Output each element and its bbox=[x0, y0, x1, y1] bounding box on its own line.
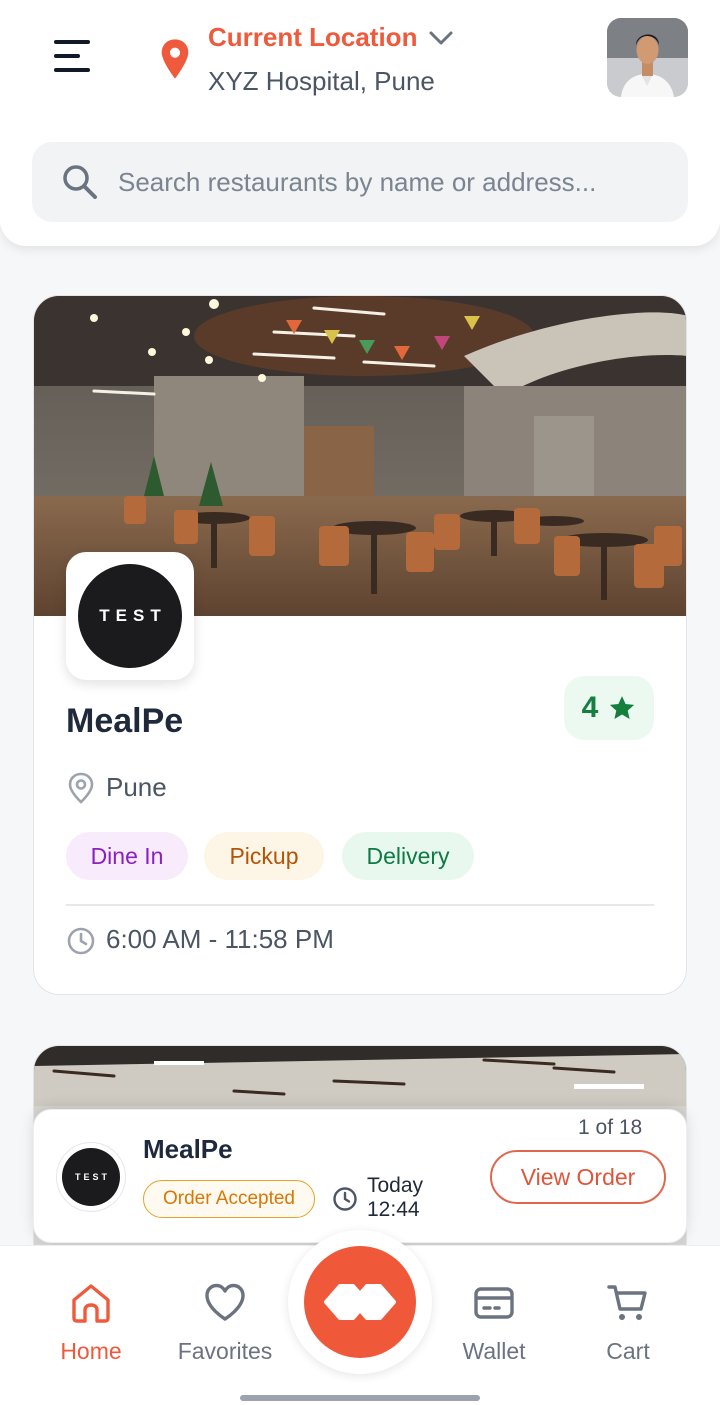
current-location-label[interactable]: Current Location bbox=[208, 22, 417, 53]
tag-dine-in: Dine In bbox=[66, 832, 188, 880]
menu-button[interactable] bbox=[52, 40, 92, 76]
menu-line bbox=[54, 68, 90, 72]
order-pagination: 1 of 18 bbox=[578, 1116, 643, 1139]
menu-line bbox=[54, 40, 90, 44]
wallet-icon bbox=[474, 1287, 514, 1319]
center-action-button[interactable] bbox=[304, 1246, 416, 1358]
nav-favorites[interactable]: Favorites bbox=[165, 1280, 285, 1370]
address-pin-icon bbox=[68, 772, 94, 804]
order-logo-text: TEST bbox=[62, 1148, 120, 1206]
nav-wallet-label: Wallet bbox=[462, 1338, 526, 1364]
nav-home[interactable]: Home bbox=[31, 1280, 151, 1370]
active-order-bar[interactable]: TEST MealPe Order Accepted Today 12:44 1… bbox=[33, 1109, 687, 1243]
nav-wallet[interactable]: Wallet bbox=[434, 1280, 554, 1370]
heart-icon bbox=[205, 1283, 245, 1321]
app-header: Current Location XYZ Hospital, Pune bbox=[0, 0, 720, 246]
chevron-down-icon[interactable] bbox=[428, 28, 454, 48]
home-indicator bbox=[240, 1395, 480, 1401]
order-status-badge: Order Accepted bbox=[143, 1180, 315, 1218]
nav-home-label: Home bbox=[60, 1338, 122, 1364]
order-time-clock: 12:44 bbox=[367, 1198, 420, 1221]
nav-favorites-label: Favorites bbox=[177, 1338, 273, 1364]
search-bar[interactable] bbox=[32, 142, 688, 222]
rating-badge: 4 bbox=[564, 676, 654, 740]
cart-icon bbox=[607, 1285, 647, 1320]
tag-delivery: Delivery bbox=[342, 832, 474, 880]
restaurant-logo: TEST bbox=[66, 552, 194, 680]
profile-photo bbox=[607, 18, 688, 97]
star-icon bbox=[610, 696, 635, 719]
restaurant-address: Pune bbox=[106, 772, 167, 802]
location-address: XYZ Hospital, Pune bbox=[208, 66, 435, 96]
nav-cart[interactable]: Cart bbox=[568, 1280, 688, 1370]
opening-hours: 6:00 AM - 11:58 PM bbox=[106, 924, 334, 954]
divider bbox=[66, 904, 654, 906]
rating-value: 4 bbox=[581, 691, 599, 724]
search-input[interactable] bbox=[118, 154, 668, 210]
order-restaurant-name: MealPe bbox=[143, 1134, 233, 1164]
view-order-button[interactable]: View Order bbox=[490, 1150, 666, 1204]
location-pin-icon bbox=[161, 39, 189, 79]
restaurant-name: MealPe bbox=[66, 702, 184, 740]
avatar[interactable] bbox=[607, 18, 688, 97]
order-time: Today 12:44 bbox=[367, 1174, 423, 1222]
brand-logo-icon bbox=[324, 1284, 396, 1320]
restaurant-logo-text: TEST bbox=[78, 564, 182, 668]
order-restaurant-logo: TEST bbox=[56, 1142, 126, 1212]
nav-cart-label: Cart bbox=[606, 1338, 650, 1364]
tag-pickup: Pickup bbox=[204, 832, 324, 880]
menu-line bbox=[54, 54, 80, 58]
order-time-day: Today bbox=[367, 1174, 424, 1197]
home-icon bbox=[72, 1284, 110, 1323]
clock-icon bbox=[333, 1187, 357, 1211]
clock-icon bbox=[67, 927, 95, 955]
search-icon bbox=[63, 165, 97, 199]
